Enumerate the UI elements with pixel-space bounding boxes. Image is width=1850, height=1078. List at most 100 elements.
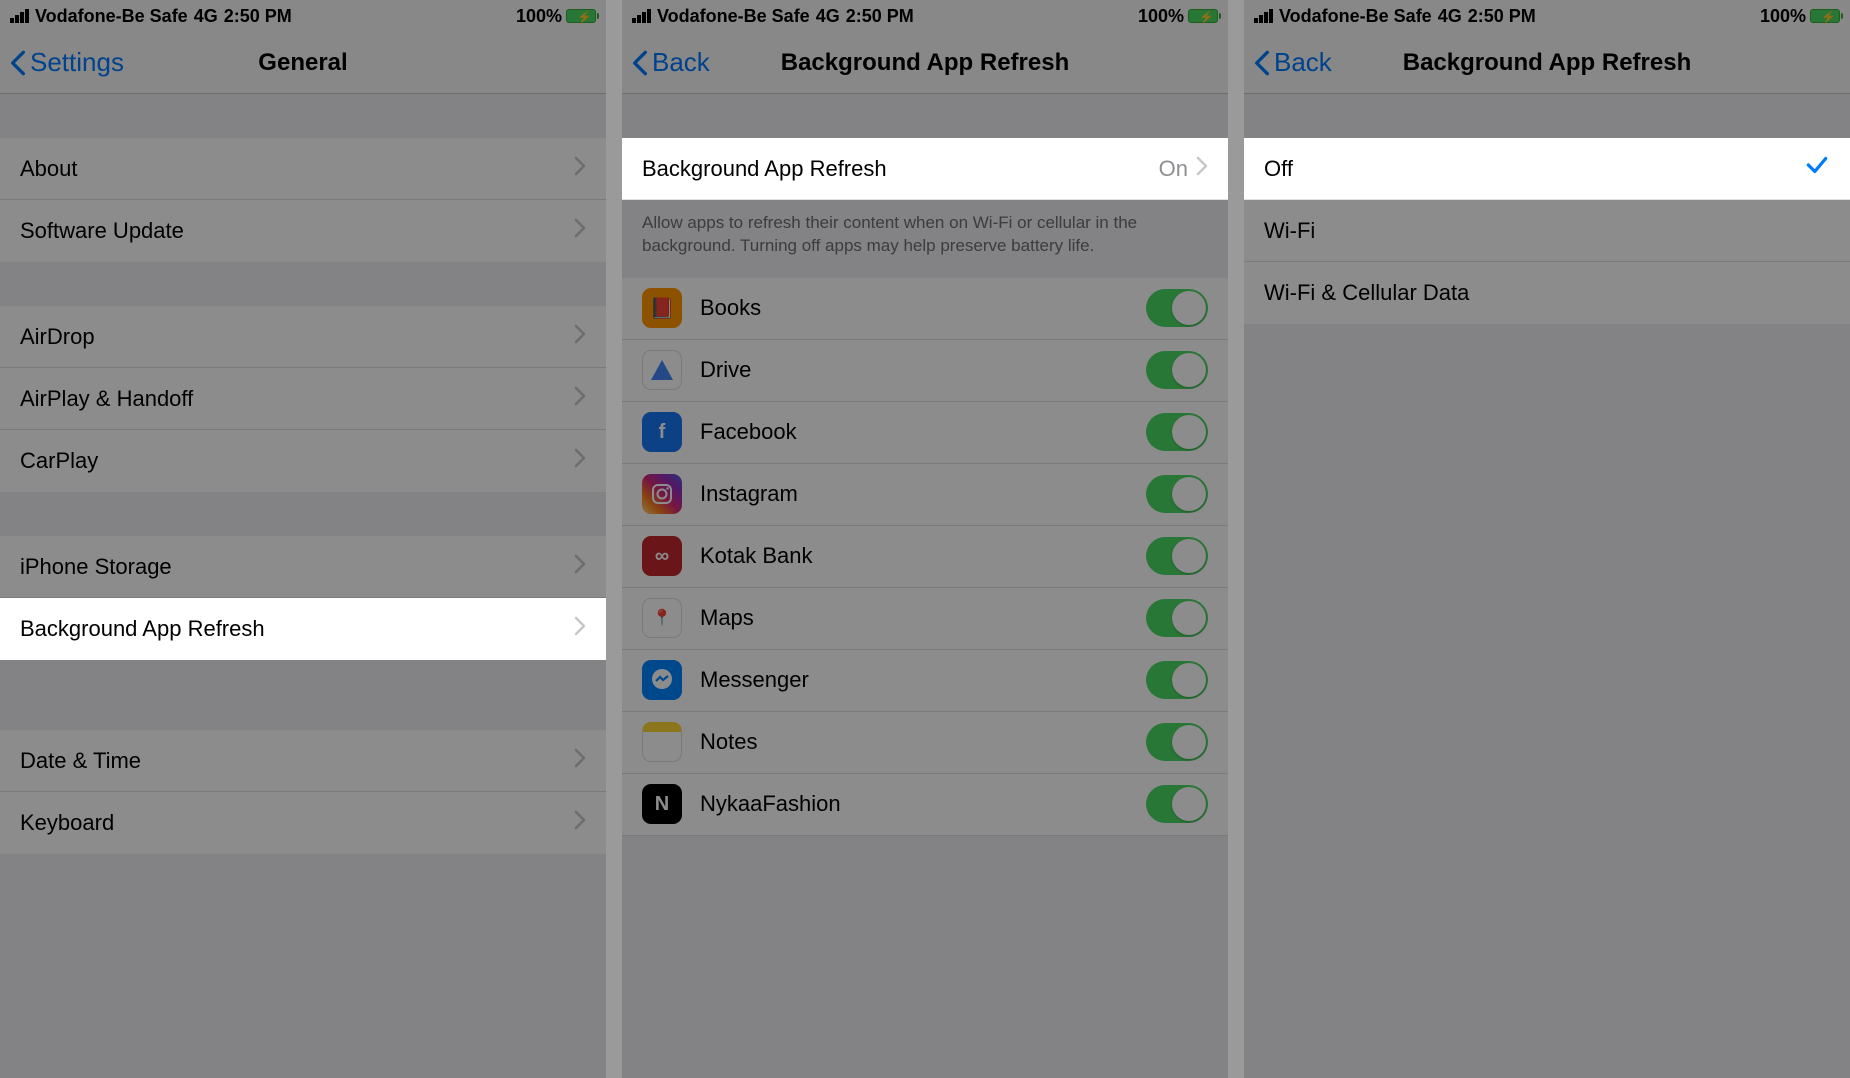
app-row-notes: Notes xyxy=(622,712,1228,774)
back-label: Back xyxy=(652,47,710,78)
row-background-app-refresh[interactable]: Background App Refresh xyxy=(0,598,606,660)
battery-pct: 100% xyxy=(516,6,562,27)
screen-general: Vodafone-Be Safe 4G 2:50 PM 100% ⚡ Setti… xyxy=(0,0,606,1078)
checkmark-icon xyxy=(1804,152,1830,185)
option-label: Off xyxy=(1264,156,1804,182)
option-label: Wi-Fi xyxy=(1264,218,1830,244)
row-carplay[interactable]: CarPlay xyxy=(0,430,606,492)
chevron-right-icon xyxy=(574,324,586,350)
option-off[interactable]: Off xyxy=(1244,138,1850,200)
time-label: 2:50 PM xyxy=(846,6,914,27)
row-label: Keyboard xyxy=(20,810,566,836)
back-button[interactable]: Settings xyxy=(0,47,124,78)
row-label: iPhone Storage xyxy=(20,554,566,580)
app-label: Kotak Bank xyxy=(700,543,1146,569)
chevron-right-icon xyxy=(574,218,586,244)
messenger-icon xyxy=(642,660,682,700)
row-airdrop[interactable]: AirDrop xyxy=(0,306,606,368)
time-label: 2:50 PM xyxy=(1468,6,1536,27)
row-label: AirDrop xyxy=(20,324,566,350)
drive-icon xyxy=(642,350,682,390)
network-label: 4G xyxy=(194,6,218,27)
back-label: Settings xyxy=(30,47,124,78)
master-label: Background App Refresh xyxy=(642,156,1159,182)
row-airplay-handoff[interactable]: AirPlay & Handoff xyxy=(0,368,606,430)
app-row-drive: Drive xyxy=(622,340,1228,402)
chevron-right-icon xyxy=(1196,156,1208,182)
battery-icon: ⚡ xyxy=(1810,9,1840,23)
row-label: Background App Refresh xyxy=(20,616,566,642)
chevron-left-icon xyxy=(10,49,26,77)
toggle-messenger[interactable] xyxy=(1146,661,1208,699)
bg-refresh-master-row[interactable]: Background App Refresh On xyxy=(622,138,1228,200)
books-icon: 📕 xyxy=(642,288,682,328)
nykaafashion-icon: N xyxy=(642,784,682,824)
back-button[interactable]: Back xyxy=(1244,47,1332,78)
toggle-facebook[interactable] xyxy=(1146,413,1208,451)
app-label: Instagram xyxy=(700,481,1146,507)
battery-icon: ⚡ xyxy=(1188,9,1218,23)
row-about[interactable]: About xyxy=(0,138,606,200)
row-label: CarPlay xyxy=(20,448,566,474)
status-bar: Vodafone-Be Safe 4G 2:50 PM 100% ⚡ xyxy=(622,0,1228,32)
kotak-bank-icon: ∞ xyxy=(642,536,682,576)
chevron-left-icon xyxy=(1254,49,1270,77)
option-wi-fi[interactable]: Wi-Fi xyxy=(1244,200,1850,262)
screen-bg-refresh-list: Vodafone-Be Safe 4G 2:50 PM 100% ⚡ Back … xyxy=(622,0,1228,1078)
nav-bar: Back Background App Refresh xyxy=(1244,32,1850,94)
back-label: Back xyxy=(1274,47,1332,78)
toggle-books[interactable] xyxy=(1146,289,1208,327)
toggle-maps[interactable] xyxy=(1146,599,1208,637)
network-label: 4G xyxy=(1438,6,1462,27)
chevron-right-icon xyxy=(574,810,586,836)
option-wi-fi-cellular-data[interactable]: Wi-Fi & Cellular Data xyxy=(1244,262,1850,324)
app-row-kotak-bank: ∞ Kotak Bank xyxy=(622,526,1228,588)
carrier-label: Vodafone-Be Safe xyxy=(1279,6,1432,27)
row-date-time[interactable]: Date & Time xyxy=(0,730,606,792)
time-label: 2:50 PM xyxy=(224,6,292,27)
app-label: Maps xyxy=(700,605,1146,631)
chevron-right-icon xyxy=(574,748,586,774)
nav-title: Background App Refresh xyxy=(1244,49,1850,77)
row-software-update[interactable]: Software Update xyxy=(0,200,606,262)
app-row-instagram: Instagram xyxy=(622,464,1228,526)
group-storage: iPhone Storage Background App Refresh xyxy=(0,536,606,660)
status-bar: Vodafone-Be Safe 4G 2:50 PM 100% ⚡ xyxy=(1244,0,1850,32)
chevron-right-icon xyxy=(574,554,586,580)
app-label: Drive xyxy=(700,357,1146,383)
chevron-right-icon xyxy=(574,616,586,642)
row-label: Date & Time xyxy=(20,748,566,774)
maps-icon: 📍 xyxy=(642,598,682,638)
battery-pct: 100% xyxy=(1760,6,1806,27)
notes-icon xyxy=(642,722,682,762)
row-iphone-storage[interactable]: iPhone Storage xyxy=(0,536,606,598)
app-label: NykaaFashion xyxy=(700,791,1146,817)
row-label: AirPlay & Handoff xyxy=(20,386,566,412)
chevron-right-icon xyxy=(574,448,586,474)
facebook-icon: f xyxy=(642,412,682,452)
row-label: Software Update xyxy=(20,218,566,244)
app-label: Messenger xyxy=(700,667,1146,693)
group-about: About Software Update xyxy=(0,138,606,262)
app-row-nykaafashion: N NykaaFashion xyxy=(622,774,1228,836)
toggle-drive[interactable] xyxy=(1146,351,1208,389)
back-button[interactable]: Back xyxy=(622,47,710,78)
options-list: Off Wi-Fi Wi-Fi & Cellular Data xyxy=(1244,138,1850,324)
app-row-maps: 📍 Maps xyxy=(622,588,1228,650)
chevron-right-icon xyxy=(574,156,586,182)
app-label: Notes xyxy=(700,729,1146,755)
nav-title: Background App Refresh xyxy=(622,49,1228,77)
row-keyboard[interactable]: Keyboard xyxy=(0,792,606,854)
option-label: Wi-Fi & Cellular Data xyxy=(1264,280,1830,306)
toggle-notes[interactable] xyxy=(1146,723,1208,761)
group-datetime: Date & Time Keyboard xyxy=(0,730,606,854)
app-row-facebook: fFacebook xyxy=(622,402,1228,464)
toggle-nykaafashion[interactable] xyxy=(1146,785,1208,823)
app-row-books: 📕 Books xyxy=(622,278,1228,340)
carrier-label: Vodafone-Be Safe xyxy=(35,6,188,27)
footer-description: Allow apps to refresh their content when… xyxy=(622,200,1228,278)
app-label: Books xyxy=(700,295,1146,321)
master-value: On xyxy=(1159,156,1188,182)
toggle-kotak-bank[interactable] xyxy=(1146,537,1208,575)
toggle-instagram[interactable] xyxy=(1146,475,1208,513)
